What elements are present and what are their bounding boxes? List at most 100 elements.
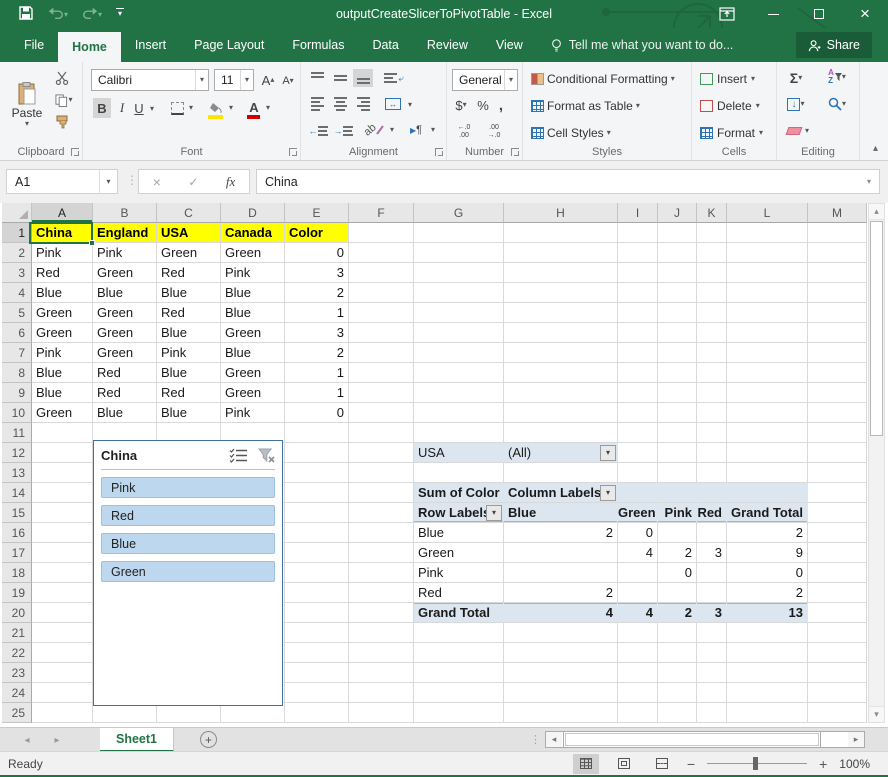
cell-I13[interactable] [618, 463, 658, 483]
column-header-K[interactable]: K [697, 203, 727, 223]
cell-L7[interactable] [727, 343, 808, 363]
cell-J1[interactable] [658, 223, 697, 243]
cell-G19[interactable]: Red [414, 583, 504, 603]
cell-L19[interactable]: 2 [727, 583, 808, 603]
cell-J20[interactable]: 2 [658, 603, 697, 623]
column-header-L[interactable]: L [727, 203, 808, 223]
cell-G15[interactable]: Row Labels▾ [414, 503, 504, 523]
cell-D2[interactable]: Green [221, 243, 285, 263]
cell-B8[interactable]: Red [93, 363, 157, 383]
cell-C2[interactable]: Green [157, 243, 221, 263]
cell-F22[interactable] [349, 643, 414, 663]
cell-G8[interactable] [414, 363, 504, 383]
autosum-button[interactable]: Σ▾ [783, 69, 809, 87]
cell-J22[interactable] [658, 643, 697, 663]
cell-M1[interactable] [808, 223, 867, 243]
row-header-19[interactable]: 19 [2, 583, 32, 603]
column-header-D[interactable]: D [221, 203, 285, 223]
cell-M15[interactable] [808, 503, 867, 523]
cell-K16[interactable] [697, 523, 727, 543]
cell-J5[interactable] [658, 303, 697, 323]
cell-J2[interactable] [658, 243, 697, 263]
cell-D7[interactable]: Blue [221, 343, 285, 363]
cell-D5[interactable]: Blue [221, 303, 285, 323]
cell-G1[interactable] [414, 223, 504, 243]
cell-D1[interactable]: Canada [221, 223, 285, 243]
cell-I9[interactable] [618, 383, 658, 403]
cell-E15[interactable] [285, 503, 349, 523]
merge-center-caret[interactable]: ▾ [405, 97, 415, 113]
column-header-A[interactable]: A [32, 203, 93, 223]
cell-L3[interactable] [727, 263, 808, 283]
cell-H12[interactable]: (All)▾ [504, 443, 618, 463]
cell-C9[interactable]: Red [157, 383, 221, 403]
prev-sheet-arrow[interactable]: ◂ [14, 728, 40, 752]
cell-M7[interactable] [808, 343, 867, 363]
cell-I2[interactable] [618, 243, 658, 263]
cell-D4[interactable]: Blue [221, 283, 285, 303]
cell-L16[interactable]: 2 [727, 523, 808, 543]
cell-L12[interactable] [727, 443, 808, 463]
customize-qat-button[interactable]: ▾ [116, 8, 124, 18]
column-header-I[interactable]: I [618, 203, 658, 223]
cell-L1[interactable] [727, 223, 808, 243]
cell-I22[interactable] [618, 643, 658, 663]
cell-A1[interactable]: China [32, 223, 93, 243]
cell-A10[interactable]: Green [32, 403, 93, 423]
insert-function-icon[interactable]: fx [226, 174, 235, 190]
cell-G10[interactable] [414, 403, 504, 423]
cell-E12[interactable] [285, 443, 349, 463]
cell-J23[interactable] [658, 663, 697, 683]
cell-A19[interactable] [32, 583, 93, 603]
align-left-button[interactable] [307, 95, 327, 113]
cell-J17[interactable]: 2 [658, 543, 697, 563]
fill-color-button[interactable] [207, 96, 225, 118]
cell-F8[interactable] [349, 363, 414, 383]
cell-J15[interactable]: Pink [658, 503, 697, 523]
cell-J25[interactable] [658, 703, 697, 723]
number-format-combo[interactable]: General ▾ [452, 69, 518, 91]
tell-me-box[interactable]: Tell me what you want to do... [551, 28, 734, 62]
slicer-clear-filter-icon[interactable] [258, 448, 275, 463]
cell-J11[interactable] [658, 423, 697, 443]
cell-E14[interactable] [285, 483, 349, 503]
orientation-button[interactable]: ab [363, 120, 385, 140]
cell-K9[interactable] [697, 383, 727, 403]
cell-H10[interactable] [504, 403, 618, 423]
cell-K1[interactable] [697, 223, 727, 243]
cell-B10[interactable]: Blue [93, 403, 157, 423]
cell-M25[interactable] [808, 703, 867, 723]
cell-I25[interactable] [618, 703, 658, 723]
cell-H15[interactable]: Blue [504, 503, 618, 523]
cell-L20[interactable]: 13 [727, 603, 808, 623]
cell-K6[interactable] [697, 323, 727, 343]
row-header-12[interactable]: 12 [2, 443, 32, 463]
cell-J21[interactable] [658, 623, 697, 643]
cell-F7[interactable] [349, 343, 414, 363]
text-direction-caret[interactable]: ▾ [428, 122, 438, 138]
cell-M18[interactable] [808, 563, 867, 583]
cell-H19[interactable]: 2 [504, 583, 618, 603]
select-all-corner[interactable] [2, 203, 32, 223]
cell-K25[interactable] [697, 703, 727, 723]
collapse-ribbon-button[interactable]: ▴ [873, 143, 878, 154]
cell-H18[interactable] [504, 563, 618, 583]
cell-I4[interactable] [618, 283, 658, 303]
cell-G23[interactable] [414, 663, 504, 683]
cell-F18[interactable] [349, 563, 414, 583]
cell-K2[interactable] [697, 243, 727, 263]
cell-M22[interactable] [808, 643, 867, 663]
cell-F6[interactable] [349, 323, 414, 343]
number-dialog-launcher[interactable] [511, 148, 519, 156]
horizontal-scrollbar[interactable]: ◂ ▸ [545, 731, 865, 748]
merge-center-button[interactable]: ↔ [383, 95, 403, 113]
cell-A8[interactable]: Blue [32, 363, 93, 383]
cell-A2[interactable]: Pink [32, 243, 93, 263]
cell-L25[interactable] [727, 703, 808, 723]
cell-F2[interactable] [349, 243, 414, 263]
cell-E4[interactable]: 2 [285, 283, 349, 303]
copy-button[interactable]: ▾ [50, 92, 78, 108]
cell-H5[interactable] [504, 303, 618, 323]
cell-A9[interactable]: Blue [32, 383, 93, 403]
font-dialog-launcher[interactable] [289, 148, 297, 156]
